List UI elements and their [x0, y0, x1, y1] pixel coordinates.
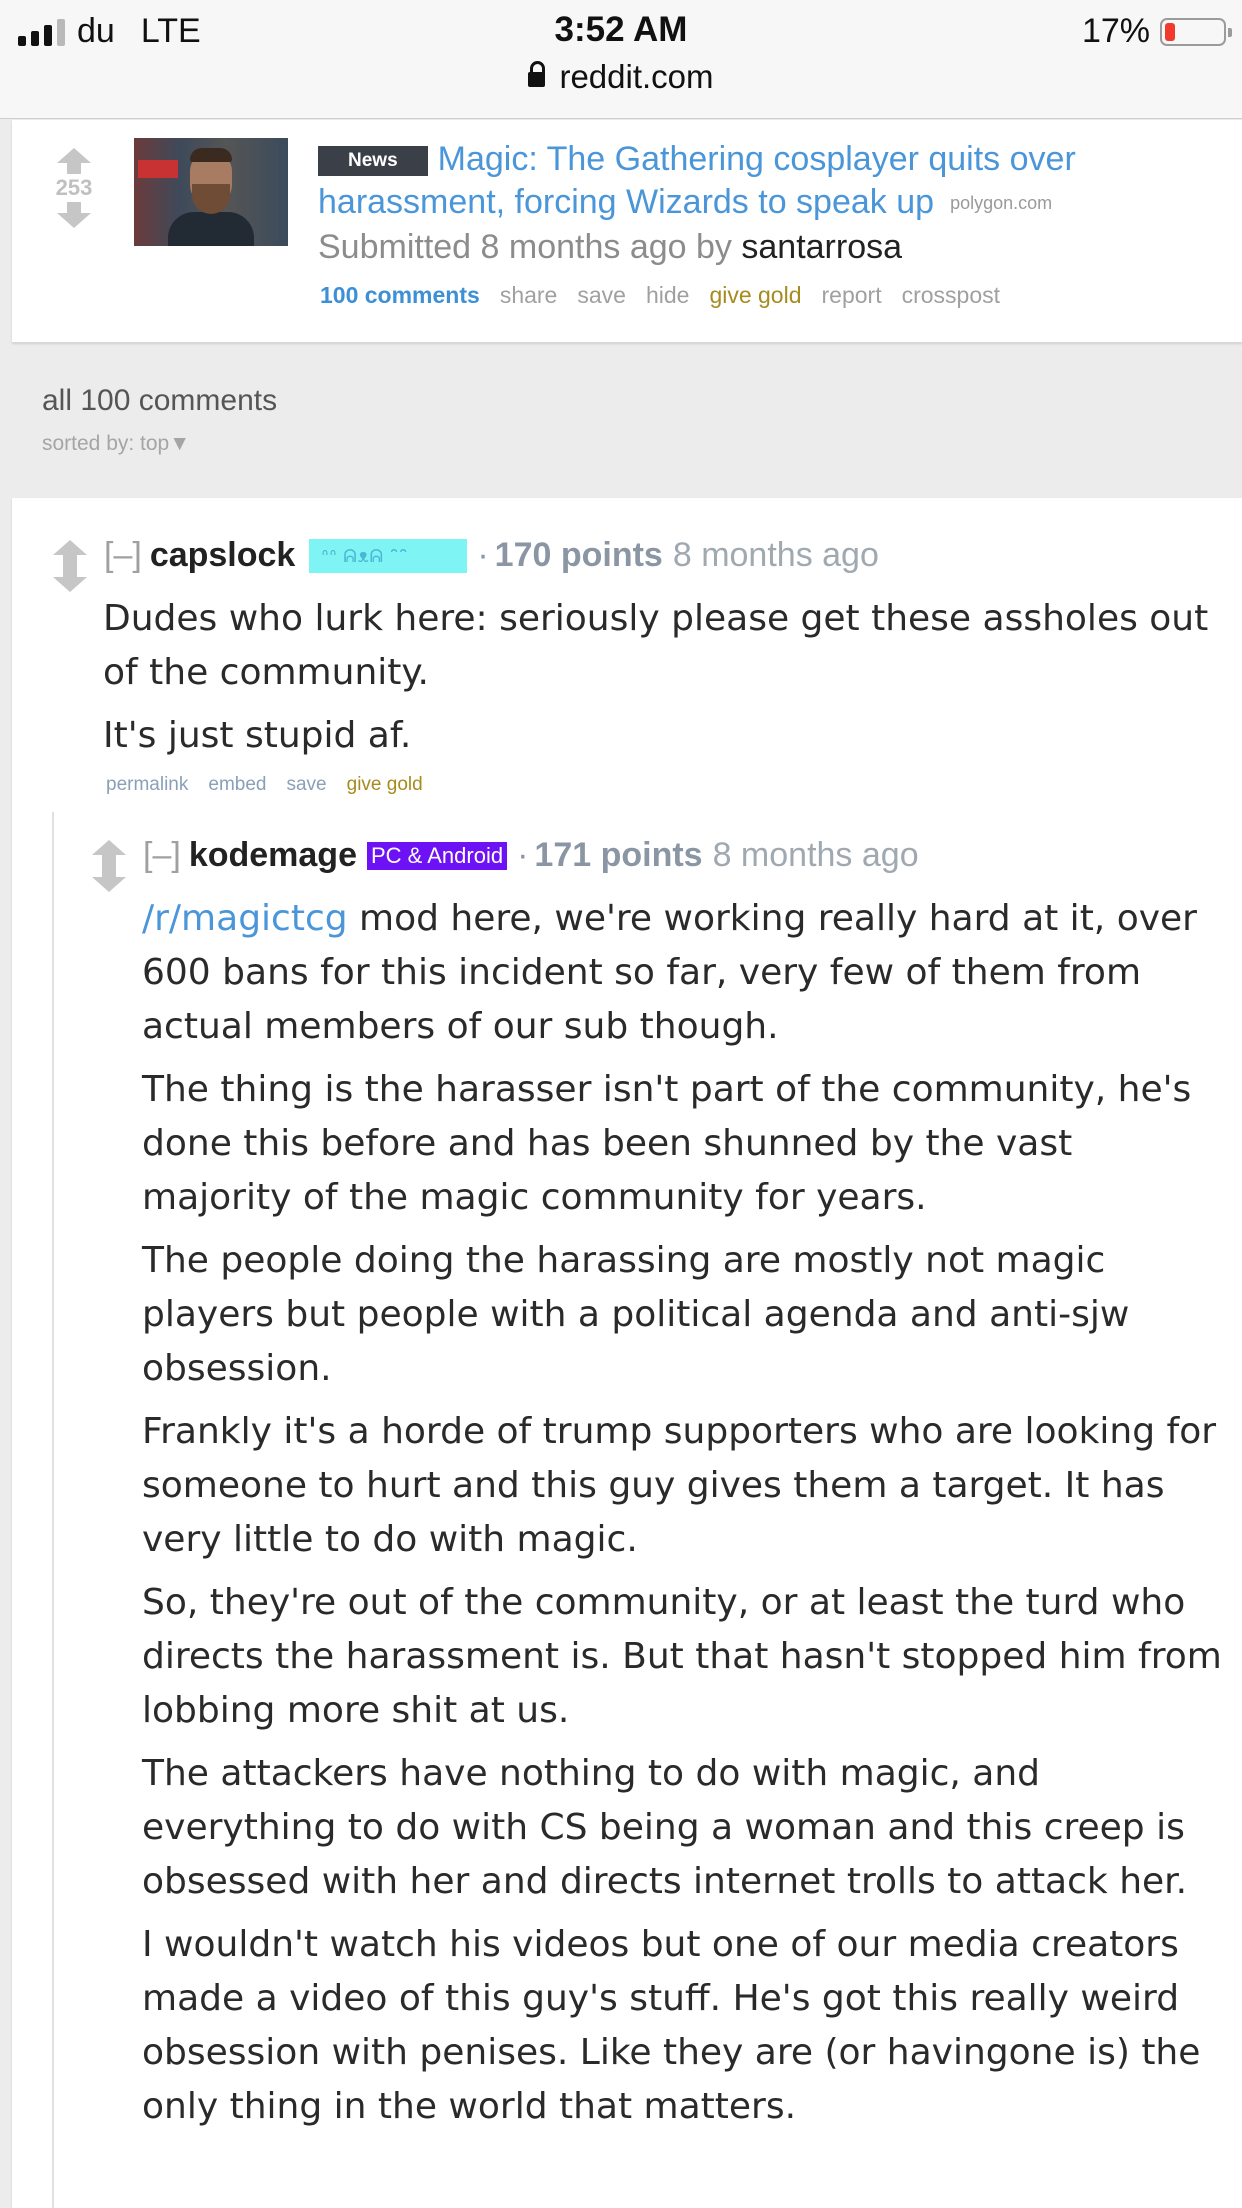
battery-level — [1165, 22, 1175, 41]
status-right: 17% — [1081, 12, 1232, 51]
post-score: 253 — [55, 175, 93, 200]
comments-link[interactable]: 100 comments — [320, 282, 480, 309]
all-comments-heading[interactable]: all 100 comments — [42, 384, 277, 418]
comment-paragraph: So, they're out of the community, or at … — [142, 1582, 1222, 1731]
comment-header: [–] capslock ᐢᐢ ᕱᴥᕱ ᐢᐢ · 170 points 8 mo… — [104, 536, 879, 575]
battery-percent: 17% — [1081, 12, 1150, 50]
upvote-icon[interactable] — [57, 148, 91, 174]
upvote-icon[interactable] — [92, 840, 126, 866]
post-card: 253 News Magic: The Gathering cosplayer q… — [12, 120, 1242, 343]
comment-author[interactable]: kodemage — [189, 836, 357, 875]
post-thumbnail[interactable] — [134, 138, 288, 246]
comment-age: 8 months ago — [672, 536, 879, 574]
collapse-toggle[interactable]: [–] — [143, 836, 181, 875]
comment-body: Dudes who lurk here: seriously please ge… — [103, 592, 1223, 772]
comment-paragraph: Frankly it's a horde of trump supporters… — [142, 1411, 1217, 1560]
post-vote: 253 — [52, 148, 96, 228]
save-link[interactable]: save — [286, 774, 326, 796]
address-bar[interactable]: reddit.com — [0, 58, 1242, 96]
comment-paragraph: Dudes who lurk here: seriously please ge… — [103, 598, 1209, 693]
separator-dot: · — [477, 536, 489, 574]
comment-vote — [48, 540, 92, 592]
post-flair: News — [318, 146, 428, 176]
comment-paragraph: /r/magictcg mod here, we're working real… — [142, 892, 1232, 1054]
url-text: reddit.com — [559, 58, 714, 95]
embed-link[interactable]: embed — [208, 774, 266, 796]
downvote-icon[interactable] — [57, 202, 91, 228]
comment-header: [–] kodemage PC & Android · 171 points 8… — [143, 836, 919, 875]
battery-tip — [1228, 27, 1232, 37]
battery-icon — [1160, 17, 1232, 46]
comment-body: /r/magictcg mod here, we're working real… — [142, 892, 1232, 2143]
post-submitted: Submitted 8 months ago by santarrosa — [318, 228, 902, 267]
user-flair: ᐢᐢ ᕱᴥᕱ ᐢᐢ — [309, 538, 468, 573]
clock: 3:52 AM — [554, 10, 688, 49]
subreddit-link[interactable]: /r/magictcg — [142, 898, 348, 939]
hide-link[interactable]: hide — [646, 282, 689, 309]
save-link[interactable]: save — [577, 282, 626, 309]
comment-points: 170 points — [494, 536, 663, 574]
report-link[interactable]: report — [822, 282, 882, 309]
comment-points: 171 points — [534, 836, 703, 874]
comment-age: 8 months ago — [712, 836, 919, 874]
post-title-block: News Magic: The Gathering cosplayer quits… — [318, 138, 1218, 225]
permalink-link[interactable]: permalink — [106, 774, 188, 796]
post-author[interactable]: santarrosa — [741, 228, 902, 266]
sort-selector[interactable]: sorted by: top▼ — [42, 432, 190, 456]
lock-icon — [528, 61, 546, 87]
give-gold-link[interactable]: give gold — [709, 282, 801, 309]
submitted-text: Submitted 8 months ago by — [318, 228, 732, 266]
downvote-icon[interactable] — [92, 866, 126, 892]
user-flair: PC & Android — [367, 841, 508, 870]
thread-line[interactable] — [52, 812, 54, 2208]
post-domain[interactable]: polygon.com — [950, 193, 1052, 213]
upvote-icon[interactable] — [53, 540, 87, 566]
separator-dot: · — [517, 836, 529, 874]
comment-vote — [87, 840, 131, 892]
crosspost-link[interactable]: crosspost — [902, 282, 1000, 309]
comment-actions: permalink embed save give gold — [106, 774, 423, 796]
comment-paragraph: The people doing the harassing are mostl… — [142, 1240, 1130, 1389]
status-bar: du LTE 3:52 AM reddit.com 17% — [0, 0, 1242, 119]
comment-paragraph: The thing is the harasser isn't part of … — [142, 1069, 1192, 1218]
comment-author[interactable]: capslock — [150, 536, 296, 575]
share-link[interactable]: share — [500, 282, 558, 309]
post-actions: 100 comments share save hide give gold r… — [320, 282, 1000, 309]
give-gold-link[interactable]: give gold — [347, 774, 423, 796]
downvote-icon[interactable] — [53, 566, 87, 592]
comment-paragraph: I wouldn't watch his videos but one of o… — [142, 1924, 1201, 2127]
comment-paragraph: It's just stupid af. — [103, 715, 412, 756]
collapse-toggle[interactable]: [–] — [104, 536, 142, 575]
comment-paragraph: The attackers have nothing to do with ma… — [142, 1753, 1188, 1902]
